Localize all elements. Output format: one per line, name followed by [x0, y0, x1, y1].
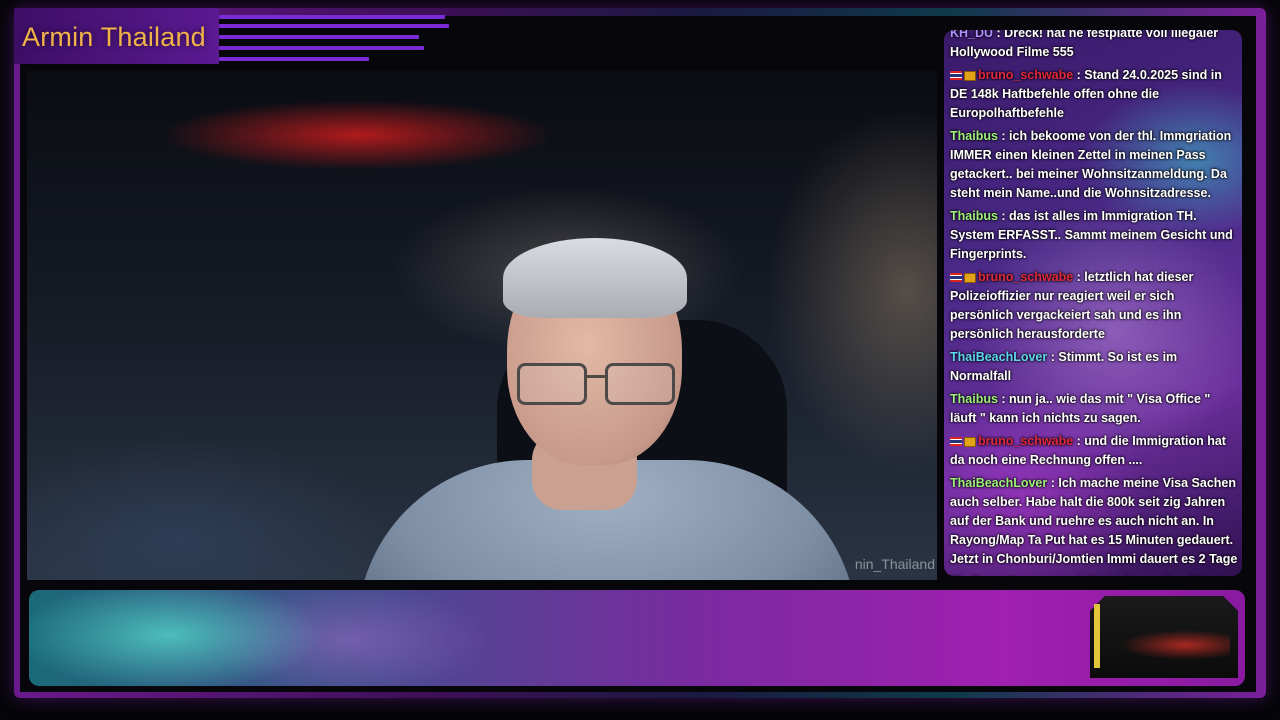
flag-badge-icon [950, 273, 962, 283]
crown-badge-icon [964, 70, 976, 81]
chat-message: ThaiBeachLover : Ich mache meine Visa Sa… [950, 474, 1238, 569]
chat-separator: : [1073, 68, 1085, 82]
chat-message: bruno_schwabe : Stand 24.0.2025 sind in … [950, 66, 1238, 123]
chat-message: Thaibus : das ist alles im Immigration T… [950, 207, 1238, 264]
chat-separator: : [993, 30, 1005, 40]
camera-preview-glow [1120, 630, 1230, 660]
crown-badge-icon [964, 272, 976, 283]
chat-separator: : [997, 392, 1010, 406]
chat-author[interactable]: bruno_schwabe [978, 270, 1073, 284]
chat-message-list: KH_DU : Dreck! hat ne festplatte voll il… [950, 30, 1238, 576]
title-stripe-1 [219, 15, 445, 19]
chat-author[interactable]: ThaiBeachLover [950, 350, 1047, 364]
chat-text: jaaaa, nur einige gehen auf auf Rente.. [1009, 575, 1237, 576]
chat-message: bruno_schwabe : und die Immigration hat … [950, 432, 1238, 470]
camera-accent-bar [1094, 604, 1100, 668]
chat-message: Thaibus : jaaaa, nur einige gehen auf au… [950, 573, 1238, 576]
chat-separator: : [997, 209, 1010, 223]
chat-separator: : [1073, 270, 1085, 284]
streamer-hair [503, 238, 687, 318]
chat-message: bruno_schwabe : letztlich hat dieser Pol… [950, 268, 1238, 344]
chat-author[interactable]: Thaibus [950, 575, 998, 576]
crown-badge-icon [964, 436, 976, 447]
chat-message: Thaibus : ich bekoome von der thl. Immgr… [950, 127, 1238, 203]
chat-separator: : [1073, 434, 1085, 448]
chat-message: KH_DU : Dreck! hat ne festplatte voll il… [950, 30, 1238, 62]
chat-author[interactable]: KH_DU [950, 30, 993, 40]
chat-author[interactable]: bruno_schwabe [978, 434, 1073, 448]
glasses-left-lens [517, 363, 587, 405]
title-stripe-3 [219, 35, 419, 39]
chat-separator: : [997, 129, 1010, 143]
chat-separator: : [1047, 476, 1059, 490]
chat-author[interactable]: Thaibus [950, 129, 998, 143]
title-stripe-4 [219, 46, 424, 50]
glasses [517, 363, 677, 405]
chat-message: ThaiBeachLover : Stimmt. So ist es im No… [950, 348, 1238, 386]
channel-title: Armin Thailand [22, 22, 206, 52]
chat-separator: : [1047, 350, 1059, 364]
flag-badge-icon [950, 437, 962, 447]
chat-message: Thaibus : nun ja.. wie das mit " Visa Of… [950, 390, 1238, 428]
title-stripe-5 [219, 57, 369, 61]
video-watermark: nin_Thailand [854, 556, 935, 572]
bottom-banner [29, 590, 1245, 686]
chat-author[interactable]: ThaiBeachLover [950, 476, 1047, 490]
webcam-video[interactable]: nin_Thailand [27, 70, 937, 580]
chat-panel[interactable]: KH_DU : Dreck! hat ne festplatte voll il… [944, 30, 1242, 576]
glasses-right-lens [605, 363, 675, 405]
chat-author[interactable]: bruno_schwabe [978, 68, 1073, 82]
chat-author[interactable]: Thaibus [950, 209, 998, 223]
flag-badge-icon [950, 71, 962, 81]
glasses-bridge [587, 375, 605, 378]
chat-author[interactable]: Thaibus [950, 392, 998, 406]
title-stripe-2 [219, 24, 449, 28]
chat-separator: : [998, 575, 1009, 576]
